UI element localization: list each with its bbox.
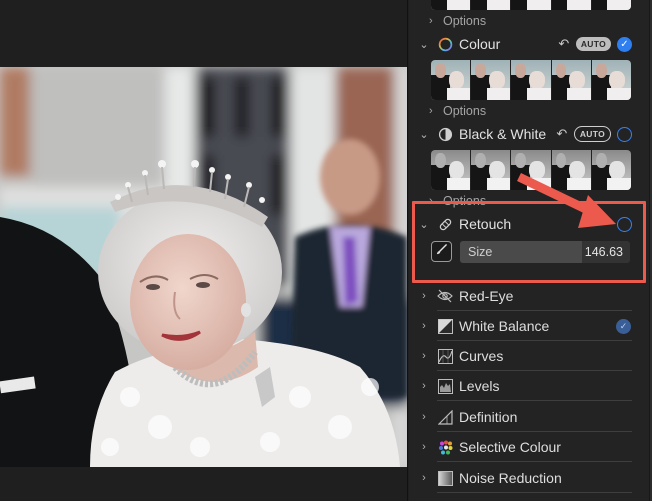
curves-icon — [437, 348, 453, 364]
adjust-panel: › Options ⌄ Colour ↶ AUTO ✓ › Options ⌄ … — [409, 0, 652, 501]
white-balance-icon — [437, 318, 453, 334]
preset-thumbnail[interactable] — [471, 150, 512, 190]
section-retouch-header[interactable]: ⌄ Retouch ↶ — [417, 213, 632, 235]
auto-button[interactable]: AUTO — [575, 37, 611, 51]
size-label: Size — [468, 245, 493, 259]
divider — [437, 492, 632, 493]
preset-thumbnail[interactable] — [591, 0, 631, 10]
levels-icon — [437, 378, 453, 394]
chevron-right-icon: › — [422, 472, 426, 484]
checkmark-icon: ✓ — [620, 38, 629, 50]
photo-image[interactable] — [0, 67, 407, 467]
enable-toggle-retouch[interactable] — [617, 216, 632, 232]
noise-reduction-icon — [437, 470, 453, 486]
preset-thumbnail[interactable] — [431, 150, 472, 190]
chevron-right-icon: › — [429, 105, 433, 117]
preset-thumbnail[interactable] — [591, 150, 631, 190]
size-value: 146.63 — [584, 245, 623, 259]
preset-thumbnail[interactable] — [511, 150, 552, 190]
chevron-down-icon[interactable]: ⌄ — [417, 38, 431, 51]
bandage-icon — [437, 216, 453, 232]
tool-selective-colour[interactable]: › Selective Colour — [417, 432, 632, 462]
checkmark-icon: ✓ — [619, 320, 628, 331]
chevron-right-icon: › — [429, 15, 433, 27]
enable-toggle-colour[interactable]: ✓ — [617, 36, 632, 52]
divider — [437, 400, 632, 401]
definition-icon — [437, 409, 453, 425]
preset-thumbnail[interactable] — [431, 0, 472, 10]
red-eye-icon — [437, 288, 453, 304]
preset-thumbnail[interactable] — [431, 60, 472, 100]
enable-toggle-white-balance[interactable]: ✓ — [616, 318, 631, 334]
options-toggle-black-white[interactable]: › Options — [429, 192, 486, 210]
preset-thumbnail[interactable] — [551, 0, 592, 10]
chevron-down-icon[interactable]: ⌄ — [417, 128, 431, 141]
photo-canvas[interactable] — [0, 0, 408, 501]
colour-preset-strip[interactable] — [431, 60, 631, 100]
options-toggle-top[interactable]: › Options — [429, 12, 486, 30]
chevron-down-icon[interactable]: ⌄ — [417, 218, 431, 231]
auto-button[interactable]: AUTO — [573, 126, 611, 142]
selective-colour-icon — [437, 439, 453, 455]
chevron-right-icon: › — [422, 320, 426, 332]
revert-icon[interactable]: ↶ — [595, 216, 611, 232]
enable-toggle-black-white[interactable] — [617, 126, 632, 142]
revert-icon[interactable]: ↶ — [554, 126, 570, 142]
chevron-right-icon: › — [422, 290, 426, 302]
tool-definition[interactable]: › Definition — [417, 402, 632, 432]
half-circle-icon — [437, 126, 453, 142]
preset-thumbnail[interactable] — [511, 0, 552, 10]
colour-wheel-icon — [437, 36, 453, 52]
black-white-preset-strip[interactable] — [431, 150, 631, 190]
brush-tool-button[interactable] — [431, 241, 452, 262]
previous-preset-strip[interactable] — [431, 0, 631, 10]
tool-white-balance[interactable]: › White Balance ✓ — [417, 311, 632, 341]
chevron-right-icon: › — [429, 195, 433, 207]
tool-red-eye[interactable]: › Red-Eye — [417, 281, 632, 311]
chevron-right-icon: › — [422, 411, 426, 423]
preset-thumbnail[interactable] — [551, 60, 592, 100]
preset-thumbnail[interactable] — [551, 150, 592, 190]
divider — [437, 461, 632, 462]
size-slider[interactable]: Size 146.63 — [460, 241, 630, 263]
chevron-right-icon: › — [422, 441, 426, 453]
preset-thumbnail[interactable] — [591, 60, 631, 100]
chevron-right-icon: › — [422, 380, 426, 392]
options-toggle-colour[interactable]: › Options — [429, 102, 486, 120]
tool-levels[interactable]: › Levels — [417, 371, 632, 401]
revert-icon[interactable]: ↶ — [556, 36, 572, 52]
chevron-right-icon: › — [422, 350, 426, 362]
preset-thumbnail[interactable] — [471, 0, 512, 10]
section-colour-header[interactable]: ⌄ Colour ↶ AUTO ✓ — [417, 33, 632, 55]
brush-icon — [435, 243, 448, 261]
tool-noise-reduction[interactable]: › Noise Reduction — [417, 463, 632, 493]
preset-thumbnail[interactable] — [511, 60, 552, 100]
preset-thumbnail[interactable] — [471, 60, 512, 100]
tool-curves[interactable]: › Curves — [417, 341, 632, 371]
photo-illustration — [0, 67, 407, 467]
section-black-white-header[interactable]: ⌄ Black & White ↶ AUTO — [417, 123, 632, 145]
